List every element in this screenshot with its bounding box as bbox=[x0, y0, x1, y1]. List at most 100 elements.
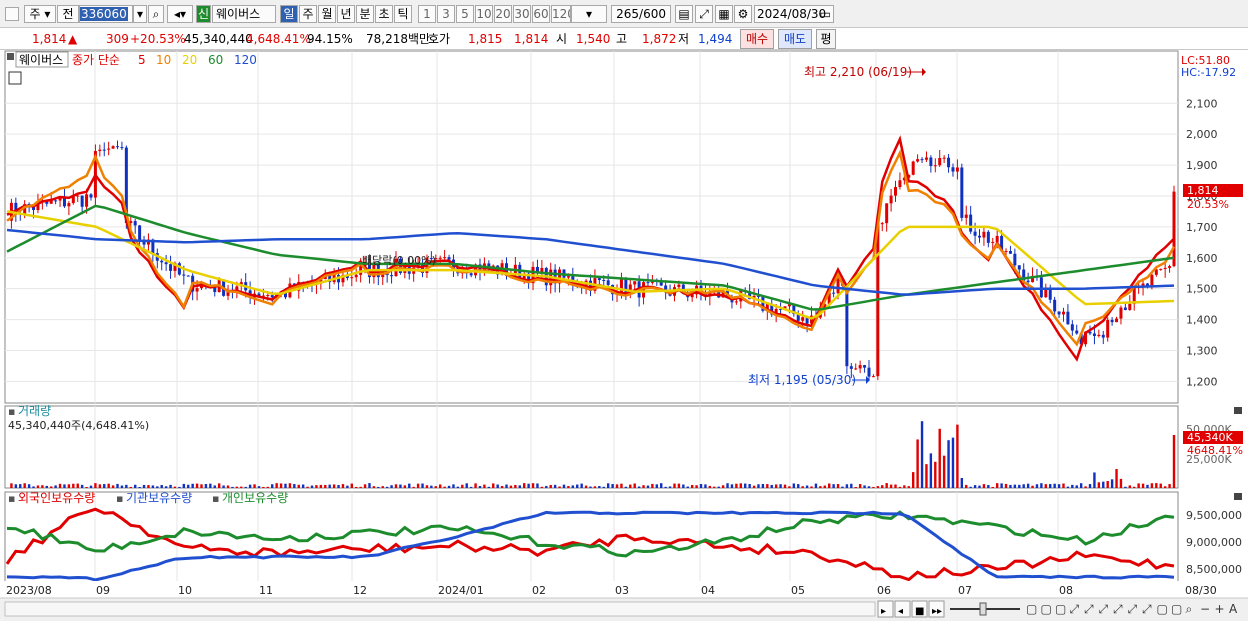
data-count-input[interactable]: 265/600 bbox=[611, 5, 671, 23]
tool-icon-5[interactable]: ⤢ bbox=[1098, 602, 1109, 616]
volume-bar bbox=[1053, 483, 1056, 488]
volume-bar bbox=[845, 484, 849, 488]
interval-button-20[interactable]: 20 bbox=[494, 5, 512, 23]
code-dropdown-icon[interactable]: ▾ bbox=[133, 5, 147, 23]
tool-icon-8[interactable]: ⤢ bbox=[1141, 602, 1152, 616]
period-button-0[interactable]: 일 bbox=[280, 5, 298, 23]
volume-bar bbox=[633, 483, 636, 488]
volume-bar bbox=[620, 483, 623, 488]
volume-bar bbox=[1071, 484, 1074, 488]
average-button[interactable]: 평 bbox=[816, 29, 836, 49]
volume-bar bbox=[611, 484, 614, 488]
tool-icon-2[interactable]: ▢ bbox=[1055, 602, 1066, 616]
sell-button[interactable]: 매도 bbox=[778, 29, 812, 49]
tool-icon-12[interactable]: − bbox=[1200, 602, 1210, 616]
x-label-2: 10 bbox=[178, 584, 192, 597]
candle-body bbox=[1070, 324, 1074, 331]
candle-body bbox=[1053, 299, 1057, 312]
interval-button-5[interactable]: 5 bbox=[456, 5, 474, 23]
tool-icon-6[interactable]: ⤢ bbox=[1112, 602, 1123, 616]
interval-button-1[interactable]: 1 bbox=[418, 5, 436, 23]
volume-bar bbox=[1168, 484, 1171, 488]
speaker-icon[interactable]: ◂▾ bbox=[167, 5, 193, 23]
period-button-1[interactable]: 주 bbox=[299, 5, 317, 23]
tool-icon-14[interactable]: A bbox=[1229, 602, 1238, 616]
tool-icon-3[interactable]: ⤢ bbox=[1069, 602, 1080, 616]
candle-body bbox=[443, 257, 447, 259]
stock-code-input[interactable]: 336060 bbox=[79, 5, 133, 23]
compare-select[interactable]: 전 bbox=[57, 5, 79, 23]
volume-bar bbox=[315, 485, 318, 488]
window-icon[interactable] bbox=[5, 7, 19, 21]
gear-icon[interactable]: ⚙ bbox=[734, 5, 752, 23]
volume-bar bbox=[920, 421, 924, 488]
period-select[interactable]: 주 ▾ bbox=[24, 5, 56, 23]
volume-bar bbox=[403, 485, 407, 488]
volume-bar bbox=[332, 484, 336, 488]
horizontal-scrollbar bbox=[4, 601, 876, 617]
volume-bar bbox=[606, 483, 610, 488]
interval-button-30[interactable]: 30 bbox=[513, 5, 531, 23]
period-button-2[interactable]: 월 bbox=[318, 5, 336, 23]
volume-bar bbox=[452, 484, 455, 488]
tool-icon-10[interactable]: ▢ bbox=[1171, 602, 1182, 616]
interval-button-3[interactable]: 3 bbox=[437, 5, 455, 23]
volume-bar bbox=[244, 486, 247, 488]
volume-bar bbox=[483, 484, 486, 488]
interval-button-120[interactable]: 120 bbox=[551, 5, 571, 23]
volume-bar bbox=[911, 472, 915, 488]
tool-icon[interactable]: ⤢ bbox=[695, 5, 713, 23]
tool-icon-7[interactable]: ⤢ bbox=[1127, 602, 1138, 616]
volume-bar bbox=[1035, 484, 1039, 488]
candle-body bbox=[469, 273, 473, 276]
tool-icon-13[interactable]: + bbox=[1215, 602, 1225, 616]
volume-bar bbox=[103, 484, 106, 488]
bid-ask-label: 호가 bbox=[428, 32, 451, 46]
volume-bar bbox=[810, 486, 813, 488]
volume-bar bbox=[284, 483, 287, 488]
volume-bar bbox=[598, 486, 601, 488]
zoom-slider-handle[interactable] bbox=[979, 602, 987, 616]
tool-icon-0[interactable]: ▢ bbox=[1026, 602, 1037, 616]
volume-bar bbox=[934, 461, 937, 488]
volume-bar bbox=[1031, 485, 1034, 488]
holding-legend: ▪ 외국인보유수량 ▪ 기관보유수량 ▪ 개인보유수량 bbox=[8, 491, 288, 505]
period-button-5[interactable]: 초 bbox=[375, 5, 393, 23]
candle-body bbox=[619, 278, 623, 294]
quote-bar: 1,814 ▲ 309 +20.53% 45,340,440 4,648.41%… bbox=[0, 28, 1248, 50]
candle-body bbox=[1110, 319, 1114, 323]
custom-interval-select[interactable]: ▾ bbox=[571, 5, 607, 23]
volume-bar bbox=[36, 485, 40, 488]
buy-button[interactable]: 매수 bbox=[740, 29, 774, 49]
period-button-6[interactable]: 틱 bbox=[394, 5, 412, 23]
candle-body bbox=[1101, 334, 1105, 338]
low-label: 저 bbox=[678, 32, 690, 46]
grid-icon[interactable]: ▦ bbox=[715, 5, 733, 23]
volume-bar bbox=[814, 483, 818, 488]
candle-body bbox=[1128, 303, 1132, 311]
candle-body bbox=[885, 203, 889, 224]
candle-settings-icon[interactable]: ▤ bbox=[675, 5, 693, 23]
candle-body bbox=[111, 146, 115, 149]
volume-bar bbox=[562, 484, 566, 488]
period-button-4[interactable]: 분 bbox=[356, 5, 374, 23]
volume-bar bbox=[390, 485, 393, 488]
calendar-icon[interactable]: ▭ bbox=[820, 6, 831, 22]
date-input[interactable]: 2024/08/30 ▭ bbox=[754, 5, 834, 23]
candle-body bbox=[76, 195, 80, 197]
chart-area[interactable]: 1,2001,3001,4001,5001,6001,7001,8001,900… bbox=[0, 50, 1248, 621]
tool-icon-1[interactable]: ▢ bbox=[1041, 602, 1052, 616]
interval-button-10[interactable]: 10 bbox=[475, 5, 493, 23]
volume-bar bbox=[1124, 486, 1127, 488]
candle-body bbox=[182, 274, 186, 276]
tool-icon-4[interactable]: ⤢ bbox=[1083, 602, 1094, 616]
interval-button-60[interactable]: 60 bbox=[532, 5, 550, 23]
volume-bar bbox=[872, 486, 875, 488]
volume-bar bbox=[487, 486, 491, 488]
search-icon[interactable]: ⌕ bbox=[148, 5, 164, 23]
tool-icon-9[interactable]: ▢ bbox=[1157, 602, 1168, 616]
tool-icon-11[interactable]: ⌕ bbox=[1186, 602, 1193, 616]
candle-body bbox=[566, 276, 570, 278]
period-button-3[interactable]: 년 bbox=[337, 5, 355, 23]
volume-bar bbox=[589, 486, 592, 488]
